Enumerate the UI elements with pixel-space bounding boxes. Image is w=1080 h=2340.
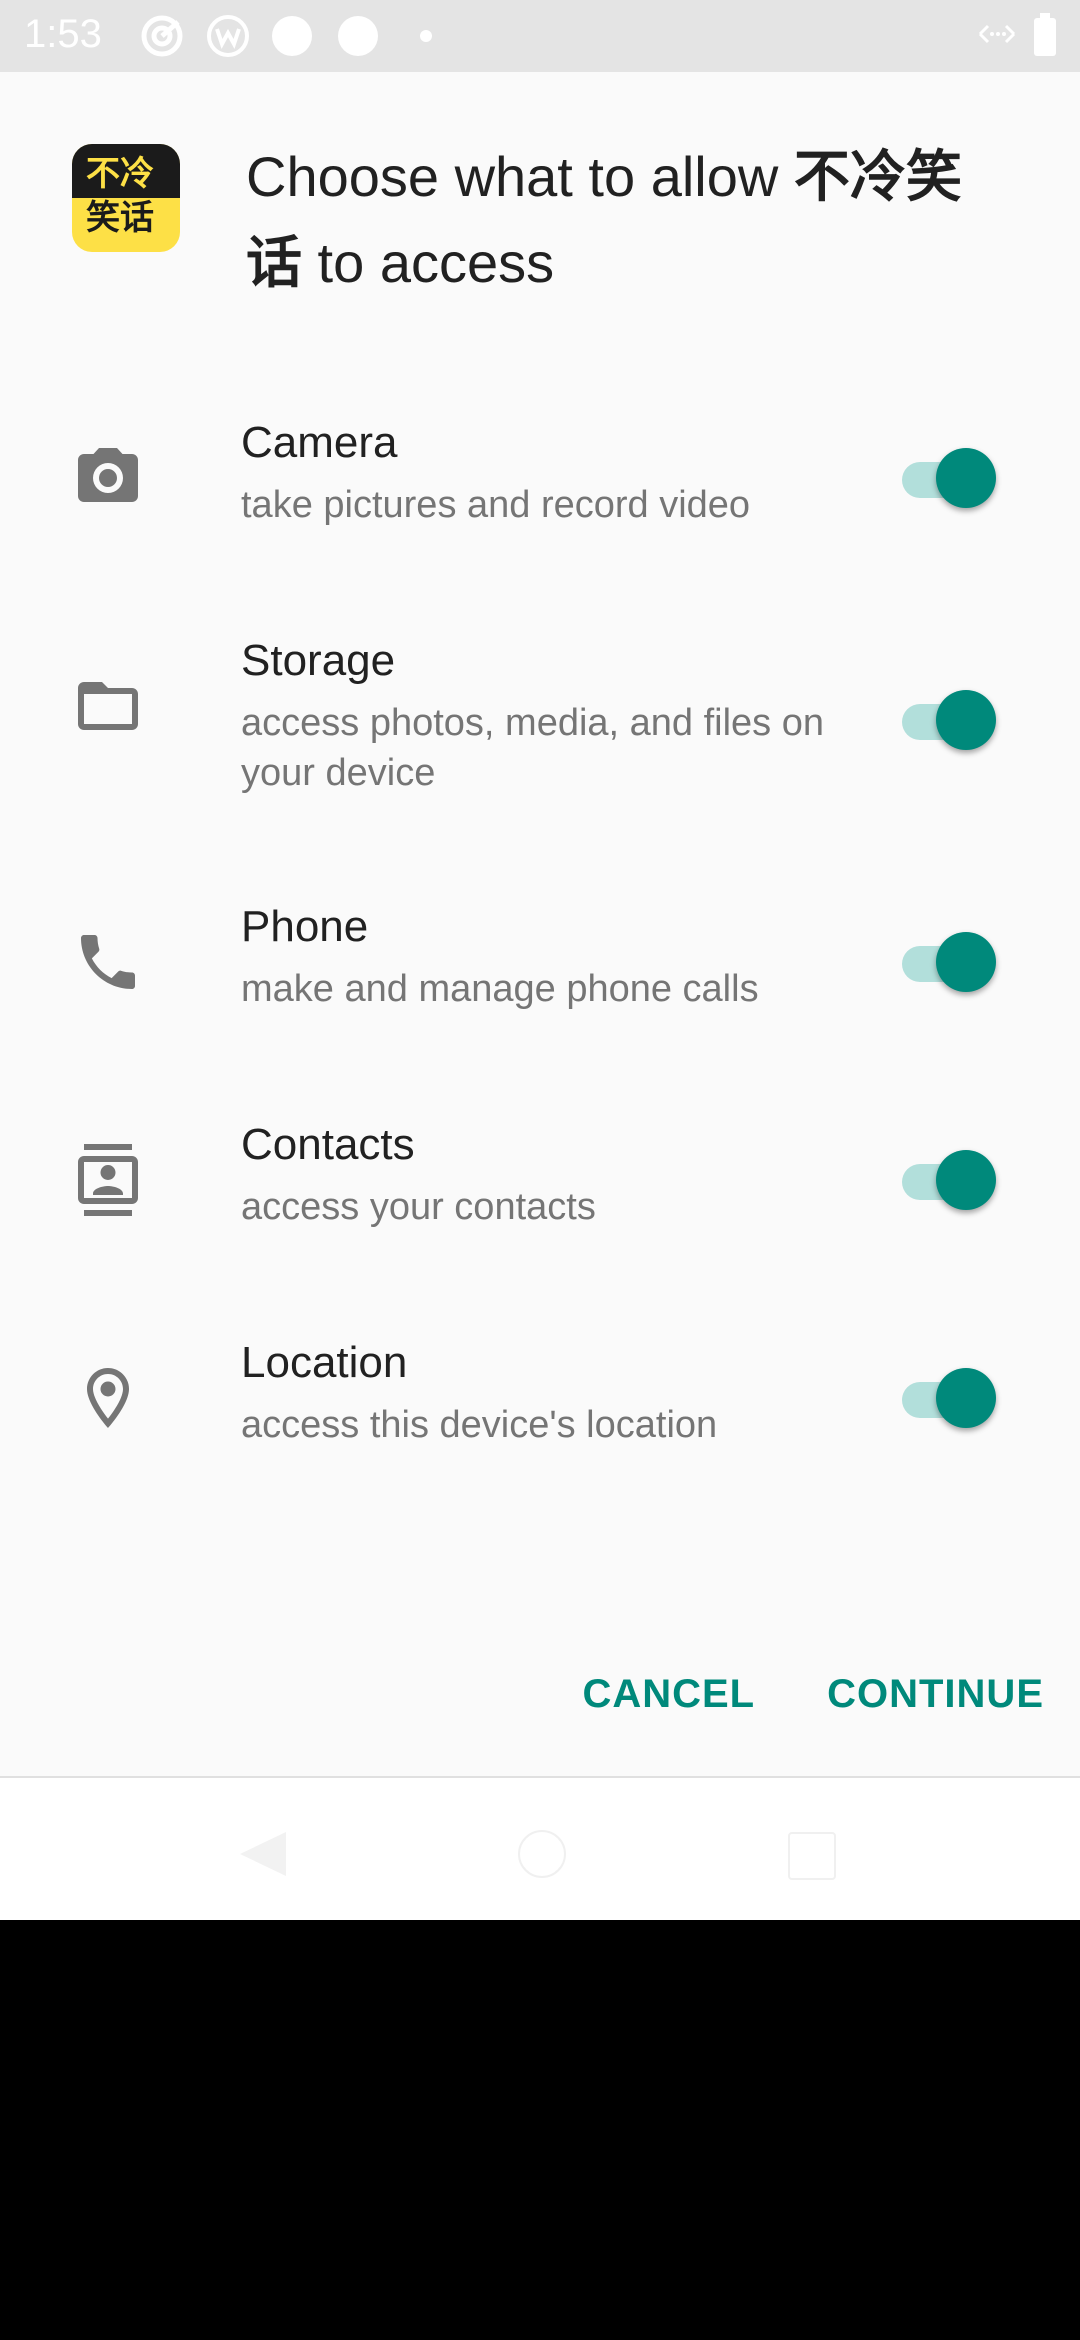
- permission-dialog: 不冷 笑话 Choose what to allow 不冷笑话 to acces…: [0, 72, 1080, 1776]
- navigation-bar: [0, 1776, 1080, 1920]
- recents-icon[interactable]: [788, 1832, 836, 1880]
- permission-description: access this device's location: [241, 1404, 718, 1446]
- permission-name: Contacts: [241, 1120, 415, 1169]
- dialog-actions: CANCEL CONTINUE: [582, 1672, 1044, 1717]
- contacts-toggle[interactable]: [900, 1146, 1000, 1210]
- storage-toggle[interactable]: [900, 686, 1000, 750]
- app-icon: 不冷 笑话: [72, 144, 180, 252]
- permission-phone[interactable]: Phone make and manage phone calls: [0, 896, 1080, 1016]
- permission-description: make and manage phone calls: [241, 968, 759, 1010]
- folder-icon: [72, 670, 144, 742]
- location-toggle[interactable]: [900, 1364, 1000, 1428]
- permission-description: access your contacts: [241, 1186, 596, 1228]
- back-icon[interactable]: [240, 1832, 286, 1876]
- home-icon[interactable]: [518, 1830, 566, 1878]
- screen: 1:53 不冷 笑话 Choose what to allow 不冷笑话 to …: [0, 0, 1080, 2340]
- permission-location[interactable]: Location access this device's location: [0, 1332, 1080, 1452]
- battery-icon: [1034, 12, 1056, 56]
- permission-name: Phone: [241, 902, 369, 951]
- permission-name: Camera: [241, 418, 398, 467]
- status-bar: 1:53: [0, 0, 1080, 72]
- circle-icon: [272, 16, 312, 56]
- permission-description: take pictures and record video: [241, 484, 751, 526]
- camera-toggle[interactable]: [900, 444, 1000, 508]
- permission-name: Storage: [241, 636, 396, 685]
- permission-storage[interactable]: Storage access photos, media, and files …: [0, 630, 1080, 794]
- location-icon: [72, 1362, 144, 1434]
- vpn-icon: [972, 16, 1022, 57]
- phone-toggle[interactable]: [900, 928, 1000, 992]
- permission-name: Location: [241, 1338, 408, 1387]
- target-icon: [140, 14, 184, 63]
- contacts-icon: [72, 1144, 144, 1216]
- phone-icon: [72, 926, 144, 998]
- w-icon: [206, 14, 250, 63]
- permission-camera[interactable]: Camera take pictures and record video: [0, 412, 1080, 532]
- permission-description: access photos, media, and files on your …: [241, 702, 825, 794]
- circle-icon: [338, 16, 378, 56]
- permission-contacts[interactable]: Contacts access your contacts: [0, 1114, 1080, 1234]
- status-right: [972, 12, 1056, 57]
- status-time: 1:53: [24, 12, 102, 56]
- dialog-title: Choose what to allow 不冷笑话 to access: [246, 145, 962, 294]
- dot-icon: [420, 30, 432, 42]
- camera-icon: [72, 442, 144, 514]
- continue-button[interactable]: CONTINUE: [827, 1672, 1044, 1717]
- cancel-button[interactable]: CANCEL: [582, 1672, 755, 1717]
